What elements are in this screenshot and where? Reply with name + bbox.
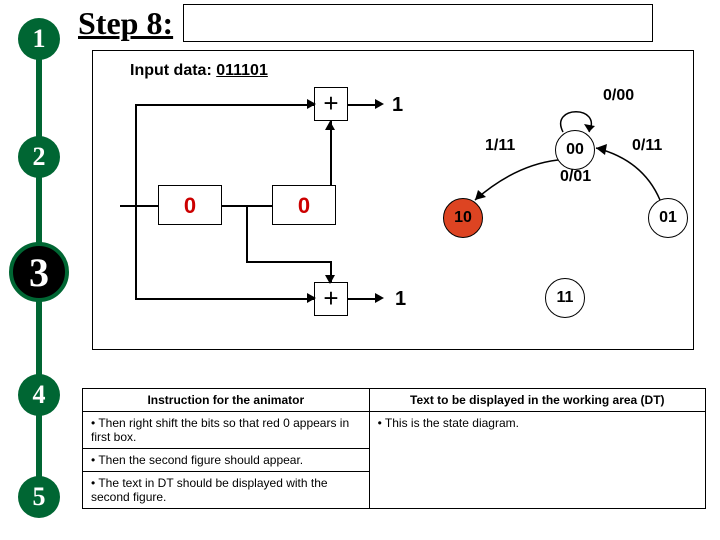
edge-label-00-self: 0/00 — [603, 87, 634, 105]
edge-00-10 — [470, 150, 565, 205]
wire — [135, 298, 314, 300]
step-5: 5 — [18, 476, 60, 518]
wire — [120, 205, 158, 207]
state-01: 01 — [648, 198, 688, 238]
step-1: 1 — [18, 18, 60, 60]
table-header-right: Text to be displayed in the working area… — [369, 389, 705, 412]
adder-bottom: + — [314, 282, 348, 316]
title-row: Step 8: — [78, 4, 653, 42]
edge-00-self — [555, 95, 599, 133]
arrow-icon — [375, 293, 384, 303]
table-header-left: Instruction for the animator — [83, 389, 370, 412]
wire — [135, 205, 137, 299]
step-2: 2 — [18, 136, 60, 178]
output-bottom: 1 — [395, 288, 406, 311]
table-row: • Then right shift the bits so that red … — [83, 412, 706, 449]
arrow-icon — [375, 99, 384, 109]
edge-label-01-00: 0/11 — [632, 137, 662, 155]
arrow-icon — [307, 99, 316, 109]
wire — [246, 205, 248, 262]
arrow-icon — [307, 293, 316, 303]
step-title: Step 8: — [78, 5, 173, 42]
title-box — [183, 4, 653, 42]
wire — [348, 104, 378, 106]
register-1: 0 — [158, 185, 222, 225]
arrow-icon — [325, 121, 335, 130]
step-4: 4 — [18, 374, 60, 416]
wire — [135, 104, 314, 106]
output-top: 1 — [392, 94, 403, 117]
register-2: 0 — [272, 185, 336, 225]
wire — [246, 261, 331, 263]
wire — [330, 121, 332, 185]
edge-label-10-01: 0/01 — [560, 168, 591, 186]
state-11: 11 — [545, 278, 585, 318]
wire — [135, 104, 137, 205]
instruction-table: Instruction for the animator Text to be … — [82, 388, 706, 509]
adder-top: + — [314, 87, 348, 121]
arrow-icon — [325, 275, 335, 284]
input-data-label: Input data: 011101 — [130, 62, 268, 80]
wire — [348, 298, 378, 300]
step-3: 3 — [9, 242, 69, 302]
edge-label-00-10: 1/11 — [485, 137, 515, 155]
